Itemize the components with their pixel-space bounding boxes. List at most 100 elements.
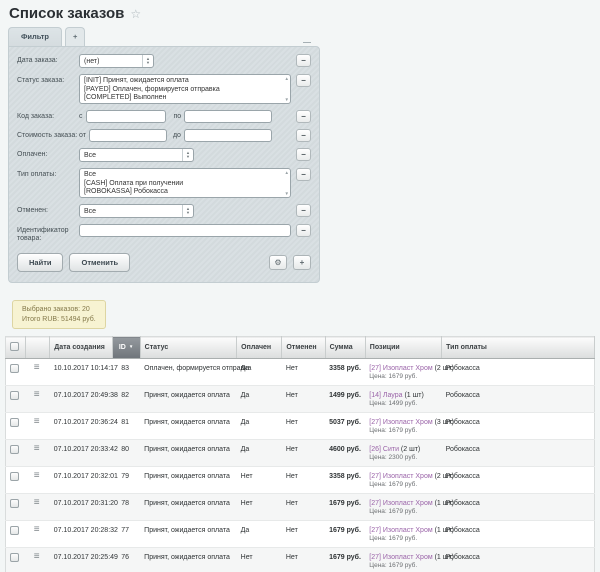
column-header-positions[interactable]: Позиции	[365, 337, 441, 359]
position-link[interactable]: [27] Изопласт Хром	[369, 419, 432, 426]
table-row: ≡ 07.10.2017 20:31:20 78 Принят, ожидает…	[6, 494, 595, 521]
row-menu-icon[interactable]: ≡	[34, 524, 40, 535]
row-checkbox[interactable]	[10, 499, 19, 508]
remove-order-code-button[interactable]: −	[296, 110, 311, 123]
column-header-canceled[interactable]: Отменен	[282, 337, 325, 359]
row-menu-icon[interactable]: ≡	[34, 362, 40, 373]
position-link[interactable]: [27] Изопласт Хром	[369, 500, 432, 507]
row-checkbox[interactable]	[10, 472, 19, 481]
row-checkbox[interactable]	[10, 418, 19, 427]
cell-canceled: Нет	[282, 494, 325, 521]
cell-sum: 4600 руб.	[325, 440, 365, 467]
position-line: [27] Изопласт Хром (1 шт)	[369, 499, 439, 508]
position-link[interactable]: [27] Изопласт Хром	[369, 554, 432, 561]
scroll-down-icon[interactable]: ▼	[285, 191, 289, 196]
column-header-status[interactable]: Статус	[140, 337, 236, 359]
cell-payed: Да	[237, 440, 282, 467]
payment-option[interactable]: [CASH] Оплата при получении	[80, 180, 280, 189]
remove-payed-button[interactable]: −	[296, 148, 311, 161]
payed-select[interactable]: Все ▲▼	[79, 148, 194, 162]
cell-canceled: Нет	[282, 467, 325, 494]
selection-summary: Выбрано заказов: 20 Итого RUB: 51494 руб…	[12, 300, 106, 329]
scroll-down-icon[interactable]: ▼	[285, 97, 289, 102]
cell-canceled: Нет	[282, 521, 325, 548]
remove-payment-type-button[interactable]: −	[296, 168, 311, 181]
row-checkbox[interactable]	[10, 445, 19, 454]
table-row: ≡ 07.10.2017 20:33:42 80 Принят, ожидает…	[6, 440, 595, 467]
cell-date: 07.10.2017 20:32:01	[50, 467, 112, 494]
cancel-button[interactable]: Отменить	[69, 253, 130, 272]
payed-label: Оплачен:	[17, 148, 79, 159]
cell-positions: [14] Лаура (1 шт)Цена: 1499 руб.	[365, 386, 441, 413]
canceled-label: Отменен:	[17, 204, 79, 215]
remove-order-cost-button[interactable]: −	[296, 129, 311, 142]
order-cost-to-input[interactable]	[184, 129, 272, 142]
payment-type-listbox[interactable]: Все [CASH] Оплата при получении [ROBOKAS…	[79, 168, 291, 198]
cell-sum: 1679 руб.	[325, 548, 365, 572]
row-menu-icon[interactable]: ≡	[34, 497, 40, 508]
column-header-payment[interactable]: Тип оплаты	[442, 337, 595, 359]
tab-filter[interactable]: Фильтр	[8, 27, 62, 46]
select-spinner-icon: ▲▼	[182, 149, 193, 161]
position-line: [27] Изопласт Хром (2 шт)	[369, 364, 439, 373]
position-link[interactable]: [26] Сити	[369, 446, 399, 453]
row-checkbox[interactable]	[10, 364, 19, 373]
row-checkbox[interactable]	[10, 526, 19, 535]
row-checkbox[interactable]	[10, 553, 19, 562]
row-checkbox[interactable]	[10, 391, 19, 400]
cell-payed: Да	[237, 413, 282, 440]
cell-status: Принят, ожидается оплата	[140, 548, 236, 572]
order-code-to-input[interactable]	[184, 110, 272, 123]
add-filter-tab[interactable]: +	[65, 27, 85, 46]
select-all-checkbox[interactable]	[10, 342, 19, 351]
cell-canceled: Нет	[282, 440, 325, 467]
canceled-select[interactable]: Все ▲▼	[79, 204, 194, 218]
cell-positions: [27] Изопласт Хром (1 шт)Цена: 1679 руб.	[365, 521, 441, 548]
add-filter-field-button[interactable]: +	[293, 255, 311, 270]
status-option[interactable]: [COMPLETED] Выполнен	[80, 94, 280, 103]
position-link[interactable]: [27] Изопласт Хром	[369, 473, 432, 480]
order-code-from-input[interactable]	[86, 110, 166, 123]
column-header-payed[interactable]: Оплачен	[237, 337, 282, 359]
scroll-up-icon[interactable]: ▲	[285, 76, 289, 81]
row-menu-icon[interactable]: ≡	[34, 551, 40, 562]
filter-row-order-cost: Стоимость заказа: от до −	[9, 126, 319, 145]
position-link[interactable]: [14] Лаура	[369, 392, 402, 399]
cell-payment: Робокасса	[442, 413, 595, 440]
order-status-listbox[interactable]: [INIT] Принят, ожидается оплата [PAYED] …	[79, 74, 291, 104]
column-header-id[interactable]: ID▼	[112, 337, 140, 359]
remove-order-date-button[interactable]: −	[296, 54, 311, 67]
payment-option[interactable]: Все	[80, 171, 280, 180]
product-id-input[interactable]	[79, 224, 291, 237]
row-menu-icon[interactable]: ≡	[34, 416, 40, 427]
position-line: [27] Изопласт Хром (2 шт)	[369, 472, 439, 481]
find-button[interactable]: Найти	[17, 253, 63, 272]
position-link[interactable]: [27] Изопласт Хром	[369, 365, 432, 372]
cell-date: 07.10.2017 20:31:20	[50, 494, 112, 521]
cell-status: Принят, ожидается оплата	[140, 386, 236, 413]
status-option[interactable]: [INIT] Принят, ожидается оплата	[80, 77, 280, 86]
scroll-up-icon[interactable]: ▲	[285, 170, 289, 175]
filter-settings-gear-icon[interactable]: ⚙	[269, 255, 287, 270]
filter-minimize-icon[interactable]: —	[303, 40, 310, 46]
column-header-sum[interactable]: Сумма	[325, 337, 365, 359]
position-qty: (1 шт)	[403, 392, 424, 399]
favorite-star-icon[interactable]: ☆	[130, 7, 141, 21]
remove-canceled-button[interactable]: −	[296, 204, 311, 217]
row-menu-icon[interactable]: ≡	[34, 443, 40, 454]
order-date-value: (нет)	[84, 58, 99, 65]
row-menu-icon[interactable]: ≡	[34, 389, 40, 400]
row-menu-icon[interactable]: ≡	[34, 470, 40, 481]
cell-payment: Робокасса	[442, 359, 595, 386]
position-line: [27] Изопласт Хром (3 шт)	[369, 418, 439, 427]
column-header-date[interactable]: Дата создания	[50, 337, 112, 359]
payment-option[interactable]: [ROBOKASSA] Робокасса	[80, 188, 280, 197]
remove-product-id-button[interactable]: −	[296, 224, 311, 237]
status-option[interactable]: [PAYED] Оплачен, формируется отправка	[80, 86, 280, 95]
order-date-select[interactable]: (нет) ▲▼	[79, 54, 154, 68]
order-cost-to-label: до	[173, 129, 184, 139]
remove-order-status-button[interactable]: −	[296, 74, 311, 87]
order-cost-from-input[interactable]	[89, 129, 167, 142]
position-link[interactable]: [27] Изопласт Хром	[369, 527, 432, 534]
page-header: Список заказов ☆	[0, 0, 600, 26]
